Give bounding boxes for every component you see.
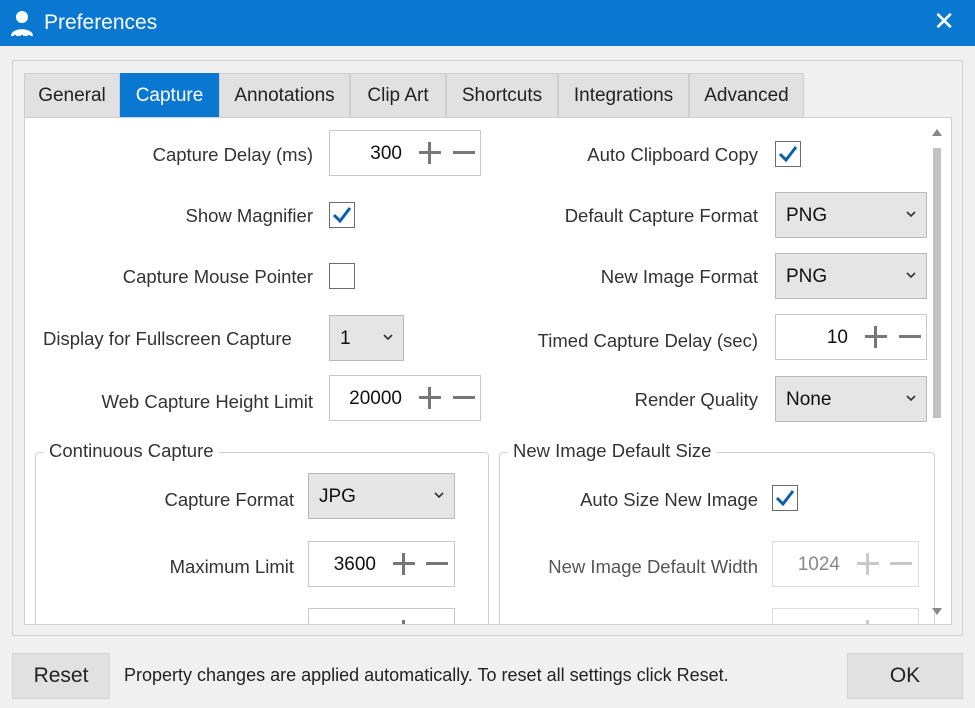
checkmark-icon (778, 146, 798, 163)
new-image-format-value: PNG (786, 266, 828, 287)
timed-capture-delay-stepper[interactable]: 10 (775, 314, 927, 360)
show-magnifier-checkbox[interactable] (329, 202, 355, 228)
continuous-capture-group: Continuous Capture Capture Format JPG Ma… (35, 440, 489, 624)
capture-format-value: JPG (319, 486, 356, 507)
web-capture-height-value: 20000 (349, 388, 402, 409)
maximum-limit-stepper[interactable]: 3600 (308, 541, 455, 587)
chevron-down-icon (906, 211, 916, 218)
tab-general[interactable]: General (24, 73, 120, 117)
checkmark-icon (775, 490, 795, 507)
show-magnifier-label: Show Magnifier (185, 205, 313, 226)
tab-integrations[interactable]: Integrations (558, 73, 689, 117)
default-capture-format-select[interactable]: PNG (775, 192, 927, 238)
title-bar: Preferences ✕ (0, 0, 975, 46)
minus-icon[interactable] (897, 324, 923, 350)
render-quality-value: None (786, 389, 832, 410)
plus-icon[interactable] (417, 385, 443, 411)
scroll-down-icon[interactable] (931, 606, 943, 618)
capture-format-label: Capture Format (164, 489, 294, 510)
tab-shortcuts[interactable]: Shortcuts (446, 73, 558, 117)
plus-icon[interactable] (391, 618, 417, 624)
chevron-down-icon (906, 272, 916, 279)
capture-mouse-pointer-label: Capture Mouse Pointer (122, 266, 313, 287)
new-image-default-width-label: New Image Default Width (548, 556, 758, 577)
new-image-format-select[interactable]: PNG (775, 253, 927, 299)
tab-annotations[interactable]: Annotations (219, 73, 350, 117)
continuous-capture-next-stepper[interactable] (308, 608, 455, 624)
chevron-down-icon (383, 334, 393, 341)
web-capture-height-label: Web Capture Height Limit (101, 391, 313, 412)
chevron-down-icon (434, 492, 444, 499)
maximum-limit-value: 3600 (333, 554, 376, 575)
plus-icon[interactable] (391, 551, 417, 577)
tab-advanced[interactable]: Advanced (689, 73, 804, 117)
status-text: Property changes are applied automatical… (124, 665, 729, 685)
timed-capture-delay-value: 10 (826, 327, 848, 348)
window-title: Preferences (44, 11, 158, 34)
new-image-format-label: New Image Format (600, 266, 758, 287)
minus-icon (888, 551, 914, 577)
new-image-default-size-title: New Image Default Size (508, 440, 717, 462)
minus-icon[interactable] (451, 385, 477, 411)
default-capture-format-label: Default Capture Format (564, 205, 758, 226)
new-image-default-width-stepper: 1024 (772, 541, 919, 587)
new-image-default-width-value: 1024 (797, 554, 840, 575)
tab-capture[interactable]: Capture (120, 73, 219, 117)
default-capture-format-value: PNG (786, 205, 828, 226)
capture-mouse-pointer-checkbox[interactable] (329, 263, 355, 289)
plus-icon (855, 551, 881, 577)
close-icon[interactable]: ✕ (933, 8, 955, 34)
checkmark-icon (332, 207, 352, 224)
display-fullscreen-select[interactable]: 1 (329, 315, 404, 361)
vertical-scrollbar[interactable] (929, 120, 945, 624)
minus-icon[interactable] (451, 140, 477, 166)
scrollbar-thumb[interactable] (933, 148, 941, 418)
web-capture-height-stepper[interactable]: 20000 (329, 375, 481, 421)
auto-size-new-image-checkbox[interactable] (772, 485, 798, 511)
continuous-capture-title: Continuous Capture (44, 440, 219, 462)
render-quality-label: Render Quality (634, 389, 758, 410)
ok-button[interactable]: OK (847, 653, 963, 699)
scroll-up-icon[interactable] (931, 126, 943, 138)
display-fullscreen-label: Display for Fullscreen Capture (43, 328, 292, 349)
capture-format-select[interactable]: JPG (308, 473, 455, 519)
reset-button[interactable]: Reset (12, 653, 110, 699)
user-icon (11, 11, 33, 38)
render-quality-select[interactable]: None (775, 376, 927, 422)
plus-icon[interactable] (863, 324, 889, 350)
tab-clip-art[interactable]: Clip Art (350, 73, 446, 117)
timed-capture-delay-label: Timed Capture Delay (sec) (537, 330, 758, 351)
auto-clipboard-copy-checkbox[interactable] (775, 141, 801, 167)
auto-size-new-image-label: Auto Size New Image (580, 489, 758, 510)
chevron-down-icon (906, 395, 916, 402)
minus-icon[interactable] (424, 551, 450, 577)
capture-delay-stepper[interactable]: 300 (329, 130, 481, 176)
new-image-default-size-group: New Image Default Size Auto Size New Ima… (499, 440, 935, 624)
maximum-limit-label: Maximum Limit (169, 556, 294, 577)
display-fullscreen-value: 1 (340, 328, 351, 349)
capture-delay-label: Capture Delay (ms) (152, 144, 313, 165)
auto-clipboard-copy-label: Auto Clipboard Copy (587, 144, 758, 165)
capture-delay-value: 300 (370, 143, 402, 164)
capture-settings-panel: Capture Delay (ms) 300 Show Magnifier Ca… (24, 117, 952, 625)
new-image-default-height-stepper (772, 608, 919, 624)
plus-icon[interactable] (417, 140, 443, 166)
plus-icon (855, 618, 881, 624)
